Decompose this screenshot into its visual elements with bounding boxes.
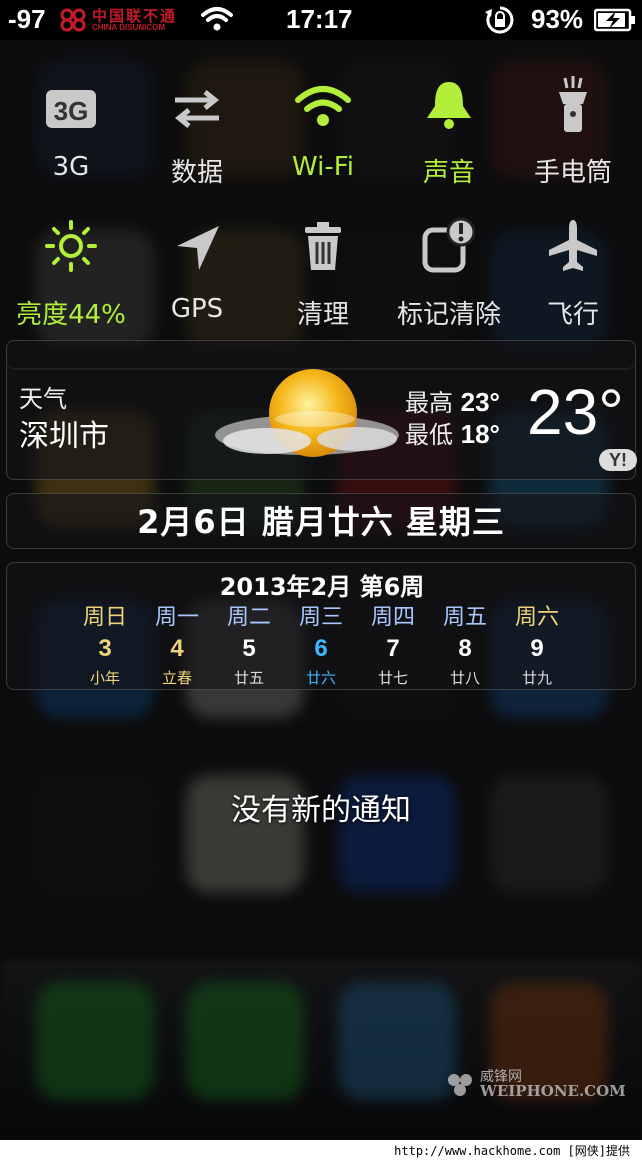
toggle-clean[interactable]: 清理 bbox=[260, 216, 386, 331]
signal-strength: -97 bbox=[8, 4, 46, 34]
badge-clear-icon bbox=[422, 217, 476, 273]
toggle-label: Wi-Fi bbox=[291, 152, 355, 182]
wifi-status-icon bbox=[201, 7, 233, 31]
yahoo-logo: Y! bbox=[599, 449, 637, 471]
toggle-airplane[interactable]: 飞行 bbox=[510, 216, 636, 331]
date-widget: 2月6日 腊月廿六 星期三 bbox=[6, 493, 636, 549]
weiphone-logo-icon bbox=[448, 1073, 472, 1096]
data-arrows-icon bbox=[174, 90, 220, 128]
calendar-weekday: 周五 bbox=[442, 605, 487, 630]
calendar-day[interactable]: 周五 8 廿八 bbox=[429, 599, 501, 688]
calendar-day[interactable]: 周日 3 小年 bbox=[69, 599, 141, 688]
toggle-label: 亮度44% bbox=[16, 300, 126, 330]
brightness-icon bbox=[45, 220, 97, 272]
calendar-weekday: 周日 bbox=[82, 605, 127, 630]
clock: 17:17 bbox=[286, 4, 353, 34]
weather-city: 深圳市 bbox=[19, 419, 109, 454]
airplane-icon bbox=[549, 220, 597, 271]
toggle-flashlight[interactable]: 手电筒 bbox=[510, 74, 636, 189]
toggle-label: 飞行 bbox=[546, 300, 599, 330]
calendar-lunar: 小年 bbox=[89, 669, 120, 687]
svg-text:3G: 3G bbox=[54, 96, 89, 126]
quick-toggles: 3G 3G 数据 Wi-Fi 声音 手电筒 亮度44% GPS 清理 标记清除 … bbox=[6, 52, 636, 370]
calendar-lunar: 廿九 bbox=[521, 669, 552, 687]
calendar-weekday: 周四 bbox=[370, 605, 415, 630]
carrier-name-cn: 中国联不通 bbox=[92, 7, 178, 25]
calendar-weekday: 周三 bbox=[298, 605, 343, 630]
calendar-date: 8 bbox=[458, 635, 472, 662]
flashlight-icon bbox=[559, 76, 587, 132]
wifi-icon bbox=[295, 86, 351, 126]
no-notifications-text: 没有新的通知 bbox=[231, 793, 411, 828]
toggle-brightness[interactable]: 亮度44% bbox=[8, 216, 134, 331]
calendar-date: 5 bbox=[242, 635, 256, 662]
calendar-day[interactable]: 周四 7 廿七 bbox=[357, 599, 429, 688]
toggle-clear-badges[interactable]: 标记清除 bbox=[386, 216, 512, 331]
calendar-date: 3 bbox=[98, 635, 112, 662]
weather-low: 最低 18° bbox=[405, 419, 500, 449]
toggle-3g[interactable]: 3G 3G bbox=[8, 74, 134, 182]
china-unicom-knot-icon bbox=[60, 8, 86, 32]
weather-current-temp: 23° bbox=[527, 376, 624, 448]
toggle-label: 数据 bbox=[170, 158, 223, 188]
week-calendar[interactable]: 2013年2月 第6周 周日 3 小年 周一 4 立春 周二 5 廿五 周三 6 廿六 周四 7 廿七 周五 8… bbox=[6, 562, 636, 690]
calendar-lunar: 廿六 bbox=[305, 669, 336, 687]
calendar-day[interactable]: 周三 6 廿六 bbox=[285, 599, 357, 688]
calendar-date: 7 bbox=[386, 635, 400, 662]
calendar-weekday: 周二 bbox=[226, 605, 271, 630]
toggle-data[interactable]: 数据 bbox=[134, 74, 260, 189]
date-text: 2月6日 腊月廿六 星期三 bbox=[137, 503, 505, 541]
calendar-date: 6 bbox=[314, 635, 328, 662]
calendar-title: 2013年2月 第6周 bbox=[219, 573, 425, 601]
gps-icon bbox=[177, 226, 219, 270]
calendar-weekday: 周六 bbox=[514, 605, 559, 630]
status-bar: -97 中国联不通 CHINA DISUNICOM 17:17 93% bbox=[0, 0, 642, 40]
toggle-label: 3G bbox=[52, 152, 90, 182]
toggle-label: 声音 bbox=[422, 158, 475, 188]
partly-cloudy-icon bbox=[215, 369, 399, 457]
calendar-lunar: 廿五 bbox=[233, 669, 264, 687]
weiphone-watermark: 威锋网 WEIPHONE.COM bbox=[446, 1070, 626, 1099]
battery-charging-icon bbox=[594, 8, 635, 32]
calendar-day[interactable]: 周六 9 廿九 bbox=[501, 599, 573, 688]
weather-label: 天气 bbox=[19, 385, 67, 413]
calendar-lunar: 立春 bbox=[161, 669, 192, 687]
toggle-gps[interactable]: GPS bbox=[134, 216, 260, 324]
calendar-lunar: 廿八 bbox=[449, 669, 480, 687]
battery-percent: 93% bbox=[531, 4, 584, 34]
calendar-lunar: 廿七 bbox=[377, 669, 408, 687]
calendar-date: 9 bbox=[530, 635, 544, 662]
bell-icon bbox=[427, 82, 471, 129]
trash-icon bbox=[305, 222, 341, 270]
calendar-day[interactable]: 周一 4 立春 bbox=[141, 599, 213, 688]
weather-high: 最高 23° bbox=[405, 387, 500, 417]
toggle-wifi[interactable]: Wi-Fi bbox=[260, 74, 386, 182]
carrier-name-en: CHINA DISUNICOM bbox=[92, 22, 166, 32]
carrier-logo: 中国联不通 CHINA DISUNICOM bbox=[58, 6, 192, 34]
calendar-day[interactable]: 周二 5 廿五 bbox=[213, 599, 285, 688]
notification-center: 3G 3G 数据 Wi-Fi 声音 手电筒 亮度44% GPS 清理 标记清除 … bbox=[0, 40, 642, 1162]
toggle-label: 手电筒 bbox=[533, 158, 612, 188]
calendar-date: 4 bbox=[170, 635, 184, 662]
rotation-lock-icon bbox=[485, 6, 514, 34]
toggle-sound[interactable]: 声音 bbox=[386, 74, 512, 189]
weather-widget[interactable]: 天气 深圳市 最高 23° 最低 18° 23° Y! bbox=[6, 340, 637, 480]
calendar-weekday: 周一 bbox=[154, 605, 199, 630]
source-footer: http://www.hackhome.com [网侠]提供 bbox=[0, 1140, 642, 1162]
toggle-label: GPS bbox=[170, 294, 224, 324]
3g-icon: 3G bbox=[46, 90, 96, 128]
toggle-label: 清理 bbox=[296, 300, 349, 330]
toggle-label: 标记清除 bbox=[396, 300, 501, 330]
